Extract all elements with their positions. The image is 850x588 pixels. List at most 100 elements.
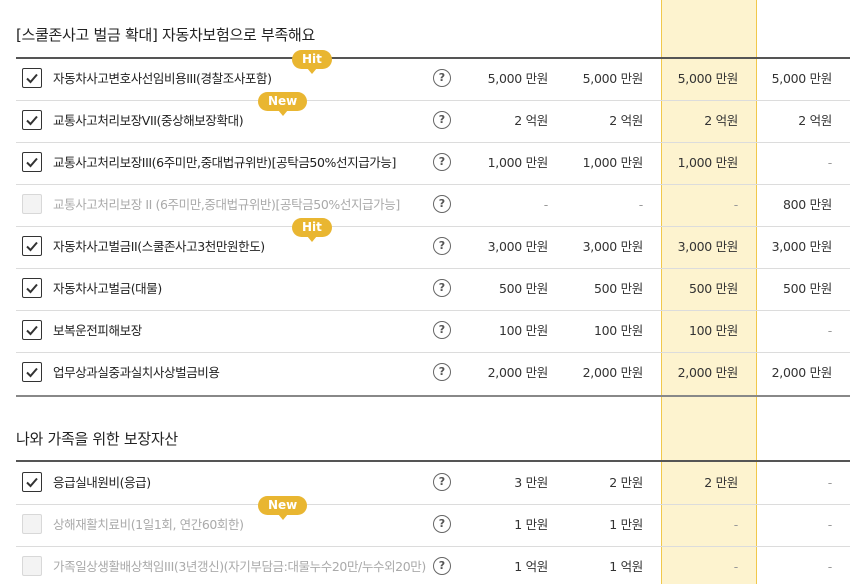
coverage-checkbox[interactable]	[22, 514, 42, 534]
plan-2-value: 2 만원	[609, 475, 643, 490]
coverage-row: 자동차사고벌금II(스쿨존사고3천만원한도)? 3,000 만원 3,000 만원 3…	[0, 226, 850, 268]
coverage-row: 상해재활치료비(1일1회, 연간60회한)? 1 만원 1 만원 - -	[0, 504, 850, 546]
plan-2-value: 500 만원	[593, 281, 643, 296]
hit-badge: Hit	[292, 50, 332, 74]
plan-4-value: 800 만원	[782, 197, 832, 212]
check-icon	[26, 241, 38, 252]
coverage-checkbox[interactable]	[22, 472, 42, 492]
question-circle-icon[interactable]: ?	[433, 111, 451, 129]
plan-2-value: 1 억원	[609, 559, 643, 574]
plan-4-value: -	[827, 155, 833, 170]
plan-3-value: 2 억원	[704, 113, 738, 128]
check-icon	[26, 283, 38, 294]
question-circle-icon[interactable]: ?	[433, 279, 451, 297]
plan-4-value: -	[827, 323, 833, 338]
question-circle-icon[interactable]: ?	[433, 557, 451, 575]
coverage-row: 교통사고처리보장III(6주미만,중대법규위반)[공탁금50%선지급가능]? 1,…	[0, 142, 850, 184]
coverage-checkbox[interactable]	[22, 194, 42, 214]
plan-1-value: 2,000 만원	[487, 365, 549, 380]
plan-1-value: 1,000 만원	[487, 155, 549, 170]
plan-3-value: -	[733, 517, 739, 532]
section-title: 나와 가족을 위한 보장자산	[16, 430, 178, 448]
plan-2-value: 100 만원	[593, 323, 643, 338]
plan-4-value: -	[827, 559, 833, 574]
plan-1-value: -	[543, 197, 549, 212]
hit-badge: Hit	[292, 218, 332, 242]
question-circle-icon[interactable]: ?	[433, 515, 451, 533]
coverage-label: 가족일상생활배상책임III(3년갱신)(자기부담금:대물누수20만/누수외20만…	[53, 559, 426, 574]
plan-4-value: 2 억원	[798, 113, 832, 128]
plan-3-value: -	[733, 559, 739, 574]
check-icon	[26, 115, 38, 126]
coverage-label: 교통사고처리보장III(6주미만,중대법규위반)[공탁금50%선지급가능]	[53, 155, 396, 170]
coverage-checkbox[interactable]	[22, 152, 42, 172]
plan-2-value: 2,000 만원	[582, 365, 644, 380]
question-circle-icon[interactable]: ?	[433, 153, 451, 171]
plan-3-value: 2 만원	[704, 475, 738, 490]
coverage-checkbox[interactable]	[22, 110, 42, 130]
coverage-row: 응급실내원비(응급)? 3 만원 2 만원 2 만원 -	[0, 462, 850, 504]
plan-4-value: 5,000 만원	[771, 71, 833, 86]
plan-3-value: 500 만원	[688, 281, 738, 296]
coverage-checkbox[interactable]	[22, 362, 42, 382]
plan-2-value: 5,000 만원	[582, 71, 644, 86]
plan-1-value: 3,000 만원	[487, 239, 549, 254]
plan-2-value: 2 억원	[609, 113, 643, 128]
plan-4-value: 3,000 만원	[771, 239, 833, 254]
question-circle-icon[interactable]: ?	[433, 473, 451, 491]
plan-3-value: 2,000 만원	[677, 365, 739, 380]
coverage-row: 보복운전피해보장? 100 만원 100 만원 100 만원 -	[0, 310, 850, 352]
coverage-label: 응급실내원비(응급)	[53, 475, 151, 490]
coverage-label: 교통사고처리보장VII(중상해보장확대)	[53, 113, 244, 128]
check-icon	[26, 73, 38, 84]
plan-1-value: 100 만원	[498, 323, 548, 338]
coverage-checkbox[interactable]	[22, 278, 42, 298]
check-icon	[26, 157, 38, 168]
coverage-label: 자동차사고변호사선임비용III(경찰조사포함)	[53, 71, 272, 86]
plan-4-value: 2,000 만원	[771, 365, 833, 380]
coverage-label: 교통사고처리보장 II (6주미만,중대법규위반)[공탁금50%선지급가능]	[53, 197, 400, 212]
plan-1-value: 1 만원	[514, 517, 548, 532]
coverage-checkbox[interactable]	[22, 320, 42, 340]
section-title: [스쿨존사고 벌금 확대] 자동차보험으로 부족해요	[16, 26, 315, 44]
coverage-row: 교통사고처리보장 II (6주미만,중대법규위반)[공탁금50%선지급가능]? -…	[0, 184, 850, 226]
plan-1-value: 500 만원	[498, 281, 548, 296]
coverage-label: 업무상과실중과실치사상벌금비용	[53, 365, 220, 380]
coverage-label: 자동차사고벌금(대물)	[53, 281, 162, 296]
plan-1-value: 1 억원	[514, 559, 548, 574]
question-circle-icon[interactable]: ?	[433, 237, 451, 255]
plan-3-value: 1,000 만원	[677, 155, 739, 170]
check-icon	[26, 325, 38, 336]
coverage-row: 교통사고처리보장VII(중상해보장확대)? 2 억원 2 억원 2 억원 2 억원	[0, 100, 850, 142]
plan-3-value: 5,000 만원	[677, 71, 739, 86]
coverage-label: 자동차사고벌금II(스쿨존사고3천만원한도)	[53, 239, 265, 254]
coverage-row: 자동차사고벌금(대물)? 500 만원 500 만원 500 만원 500 만원	[0, 268, 850, 310]
question-circle-icon[interactable]: ?	[433, 363, 451, 381]
plan-3-value: 3,000 만원	[677, 239, 739, 254]
plan-2-value: 1,000 만원	[582, 155, 644, 170]
coverage-row: 업무상과실중과실치사상벌금비용? 2,000 만원 2,000 만원 2,000 만원…	[0, 352, 850, 394]
coverage-checkbox[interactable]	[22, 236, 42, 256]
plan-2-value: -	[638, 197, 644, 212]
plan-2-value: 3,000 만원	[582, 239, 644, 254]
coverage-row: 자동차사고변호사선임비용III(경찰조사포함)? 5,000 만원 5,000 만원…	[0, 58, 850, 100]
plan-1-value: 2 억원	[514, 113, 548, 128]
plan-4-value: -	[827, 475, 833, 490]
coverage-checkbox[interactable]	[22, 556, 42, 576]
coverage-row: 가족일상생활배상책임III(3년갱신)(자기부담금:대물누수20만/누수외20만…	[0, 546, 850, 588]
question-circle-icon[interactable]: ?	[433, 321, 451, 339]
question-circle-icon[interactable]: ?	[433, 195, 451, 213]
question-circle-icon[interactable]: ?	[433, 69, 451, 87]
divider	[16, 395, 850, 397]
plan-3-value: -	[733, 197, 739, 212]
new-badge: New	[258, 496, 308, 520]
check-icon	[26, 477, 38, 488]
check-icon	[26, 367, 38, 378]
new-badge: New	[258, 92, 308, 116]
plan-4-value: 500 만원	[782, 281, 832, 296]
plan-2-value: 1 만원	[609, 517, 643, 532]
plan-1-value: 5,000 만원	[487, 71, 549, 86]
coverage-label: 상해재활치료비(1일1회, 연간60회한)	[53, 517, 244, 532]
coverage-checkbox[interactable]	[22, 68, 42, 88]
plan-4-value: -	[827, 517, 833, 532]
